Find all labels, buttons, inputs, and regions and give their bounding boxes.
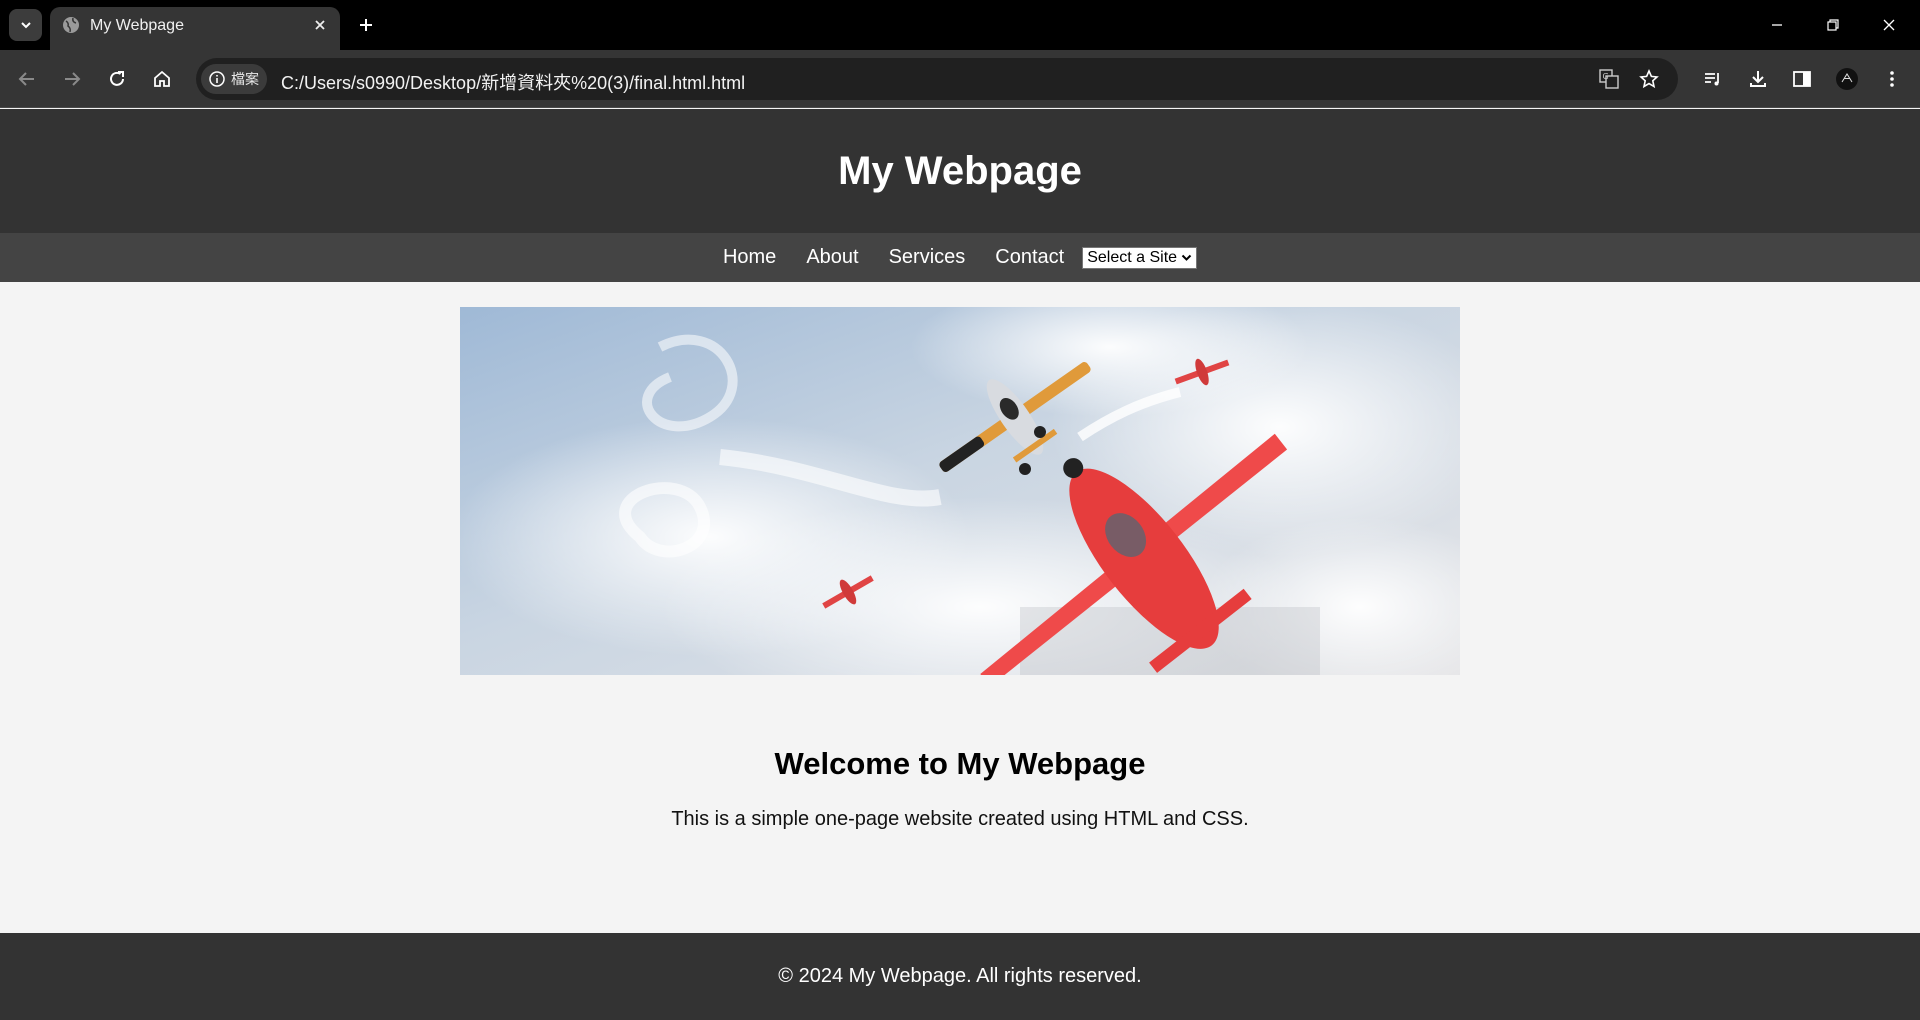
hero-image bbox=[460, 307, 1460, 675]
site-select-dropdown[interactable]: Select a Site bbox=[1082, 246, 1198, 269]
nav-link-contact[interactable]: Contact bbox=[995, 246, 1064, 269]
star-icon bbox=[1639, 69, 1659, 89]
browser-tab-strip: My Webpage bbox=[0, 0, 1920, 50]
more-vert-icon bbox=[1890, 71, 1894, 87]
new-tab-button[interactable] bbox=[354, 13, 378, 37]
reload-icon bbox=[110, 71, 124, 86]
translate-icon: G bbox=[1599, 69, 1619, 89]
avatar-icon bbox=[1836, 68, 1858, 90]
translate-button[interactable]: G bbox=[1596, 66, 1622, 92]
profile-button[interactable] bbox=[1832, 64, 1862, 94]
site-select-value: Select a Site bbox=[1087, 248, 1178, 266]
back-button[interactable] bbox=[12, 64, 42, 94]
address-bar[interactable]: 檔案 C:/Users/s0990/Desktop/新增資料夾%20(3)/fi… bbox=[196, 58, 1678, 100]
tab-title: My Webpage bbox=[90, 17, 184, 34]
airplanes-in-sky-image bbox=[460, 307, 1460, 675]
site-footer: © 2024 My Webpage. All rights reserved. bbox=[0, 933, 1920, 1020]
minimize-icon bbox=[1772, 24, 1782, 26]
close-window-button[interactable] bbox=[1874, 10, 1904, 40]
site-info-chip[interactable]: 檔案 bbox=[201, 64, 267, 94]
restore-icon bbox=[1827, 19, 1839, 31]
close-icon bbox=[1883, 19, 1895, 31]
media-control-button[interactable] bbox=[1698, 64, 1728, 94]
restore-button[interactable] bbox=[1818, 10, 1848, 40]
nav-link-services[interactable]: Services bbox=[889, 246, 966, 269]
downloads-button[interactable] bbox=[1743, 64, 1773, 94]
browser-menu-button[interactable] bbox=[1877, 64, 1907, 94]
playlist-icon bbox=[1705, 73, 1719, 86]
intro-text: This is a simple one-page website create… bbox=[671, 808, 1249, 830]
page-title: My Webpage bbox=[838, 148, 1082, 193]
globe-icon bbox=[63, 17, 79, 33]
close-icon bbox=[315, 20, 325, 30]
arrow-right-icon bbox=[65, 72, 81, 86]
forward-button[interactable] bbox=[57, 64, 87, 94]
nav-link-home[interactable]: Home bbox=[723, 246, 776, 269]
chevron-down-icon bbox=[1181, 254, 1192, 261]
tab-search-button[interactable] bbox=[9, 9, 42, 41]
footer-copyright: © 2024 My Webpage. All rights reserved. bbox=[778, 965, 1142, 987]
svg-text:G: G bbox=[1603, 72, 1609, 81]
plus-icon bbox=[360, 19, 372, 31]
reload-button[interactable] bbox=[102, 64, 132, 94]
minimize-button[interactable] bbox=[1762, 10, 1792, 40]
side-panel-button[interactable] bbox=[1787, 64, 1817, 94]
arrow-left-icon bbox=[18, 72, 34, 86]
welcome-heading: Welcome to My Webpage bbox=[774, 746, 1146, 781]
browser-toolbar: 檔案 C:/Users/s0990/Desktop/新增資料夾%20(3)/fi… bbox=[0, 50, 1920, 108]
home-icon bbox=[154, 70, 170, 87]
tab-close-button[interactable] bbox=[310, 15, 330, 35]
home-button[interactable] bbox=[147, 64, 177, 94]
nav-link-about[interactable]: About bbox=[806, 246, 858, 269]
site-chip-label: 檔案 bbox=[231, 71, 259, 87]
url-text[interactable]: C:/Users/s0990/Desktop/新增資料夾%20(3)/final… bbox=[281, 69, 745, 95]
site-nav: Home About Services Contact Select a Sit… bbox=[0, 233, 1920, 282]
info-icon bbox=[209, 71, 225, 87]
bookmark-button[interactable] bbox=[1636, 66, 1662, 92]
chevron-down-icon bbox=[20, 22, 31, 29]
browser-tab[interactable]: My Webpage bbox=[50, 7, 340, 50]
site-header: My Webpage bbox=[0, 109, 1920, 233]
download-icon bbox=[1750, 71, 1766, 87]
side-panel-icon bbox=[1793, 71, 1811, 87]
